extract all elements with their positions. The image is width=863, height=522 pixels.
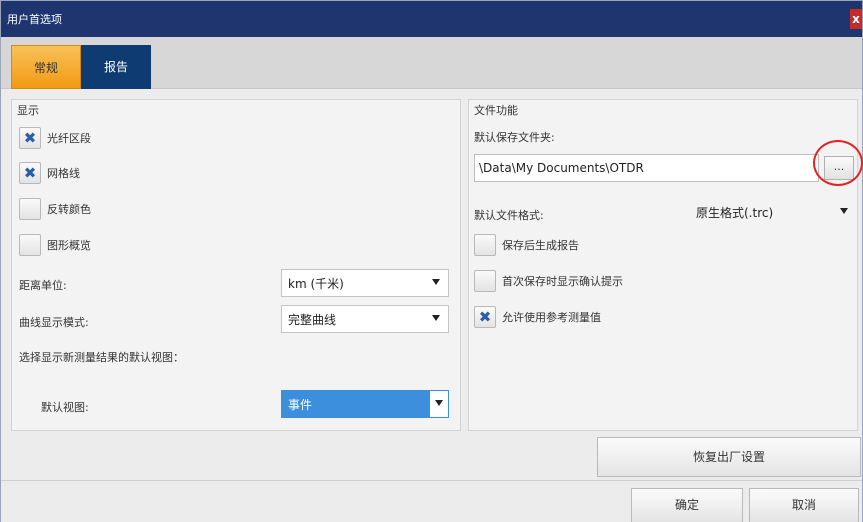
default-view-select[interactable]: 事件 (281, 390, 449, 418)
checkbox-box[interactable]: ✖ (19, 162, 41, 184)
curve-mode-select[interactable]: 完整曲线 (281, 305, 449, 333)
check-mark-icon: ✖ (23, 128, 37, 147)
divider (1, 480, 862, 481)
default-view-prompt: 选择显示新测量结果的默认视图： (19, 351, 184, 364)
ok-button[interactable]: 确定 (631, 488, 743, 522)
checkbox-label: 图形概览 (47, 239, 91, 252)
check-mark-icon: ✖ (478, 307, 492, 326)
checkbox-confirm-first-save[interactable]: 首次保存时显示确认提示 (474, 269, 623, 293)
file-function-panel (468, 99, 858, 431)
check-mark-icon: ✖ (23, 163, 37, 182)
default-format-label: 默认文件格式: (474, 209, 544, 222)
checkbox-box[interactable] (19, 198, 41, 220)
cancel-button[interactable]: 取消 (749, 488, 859, 522)
title-bar: 用户首选项 x (1, 1, 862, 37)
window-title: 用户首选项 (7, 13, 62, 26)
distance-unit-value: km (千米) (288, 276, 344, 291)
checkbox-label: 首次保存时显示确认提示 (502, 275, 623, 288)
default-view-label: 默认视图: (41, 401, 89, 414)
tab-report[interactable]: 报告 (81, 45, 151, 89)
browse-folder-button[interactable]: ... (824, 156, 854, 180)
checkbox-label: 允许使用参考测量值 (502, 311, 601, 324)
display-section-title: 显示 (17, 104, 39, 117)
checkbox-label: 保存后生成报告 (502, 239, 579, 252)
tab-general[interactable]: 常规 (11, 45, 81, 89)
file-function-section-title: 文件功能 (474, 104, 518, 117)
checkbox-graph-overview[interactable]: 图形概览 (19, 233, 91, 257)
checkbox-label: 网格线 (47, 167, 80, 180)
preferences-dialog: 用户首选项 x 常规 报告 显示 ✖ 光纤区段 ✖ 网格线 反转颜色 图形概览 … (0, 0, 863, 522)
distance-unit-label: 距离单位: (19, 279, 67, 292)
dropdown-arrow-icon (432, 279, 440, 285)
reset-defaults-button[interactable]: 恢复出厂设置 (597, 437, 861, 477)
default-view-value: 事件 (288, 397, 313, 412)
checkbox-box[interactable] (474, 270, 496, 292)
checkbox-invert-colors[interactable]: 反转颜色 (19, 197, 91, 221)
checkbox-label: 反转颜色 (47, 203, 91, 216)
default-folder-label: 默认保存文件夹: (474, 131, 555, 144)
distance-unit-select[interactable]: km (千米) (281, 269, 449, 297)
checkbox-grid-lines[interactable]: ✖ 网格线 (19, 161, 80, 185)
checkbox-generate-report[interactable]: 保存后生成报告 (474, 233, 579, 257)
checkbox-box[interactable] (474, 234, 496, 256)
close-button[interactable]: x (850, 9, 862, 29)
tab-strip: 常规 报告 (1, 37, 862, 89)
checkbox-fiber-section[interactable]: ✖ 光纤区段 (19, 126, 91, 150)
dropdown-arrow-box (430, 391, 448, 417)
checkbox-allow-reference[interactable]: ✖ 允许使用参考测量值 (474, 305, 601, 329)
curve-mode-label: 曲线显示模式: (19, 316, 89, 329)
default-format-select[interactable]: 原生格式(.trc) (689, 198, 857, 226)
checkbox-box[interactable]: ✖ (474, 306, 496, 328)
default-format-value: 原生格式(.trc) (696, 205, 774, 220)
checkbox-box[interactable] (19, 234, 41, 256)
checkbox-label: 光纤区段 (47, 132, 91, 145)
default-folder-input[interactable]: \Data\My Documents\OTDR (474, 154, 819, 182)
dropdown-arrow-icon (840, 208, 848, 214)
curve-mode-value: 完整曲线 (288, 312, 337, 327)
dropdown-arrow-icon (432, 315, 440, 321)
dropdown-arrow-icon (435, 400, 443, 406)
checkbox-box[interactable]: ✖ (19, 127, 41, 149)
